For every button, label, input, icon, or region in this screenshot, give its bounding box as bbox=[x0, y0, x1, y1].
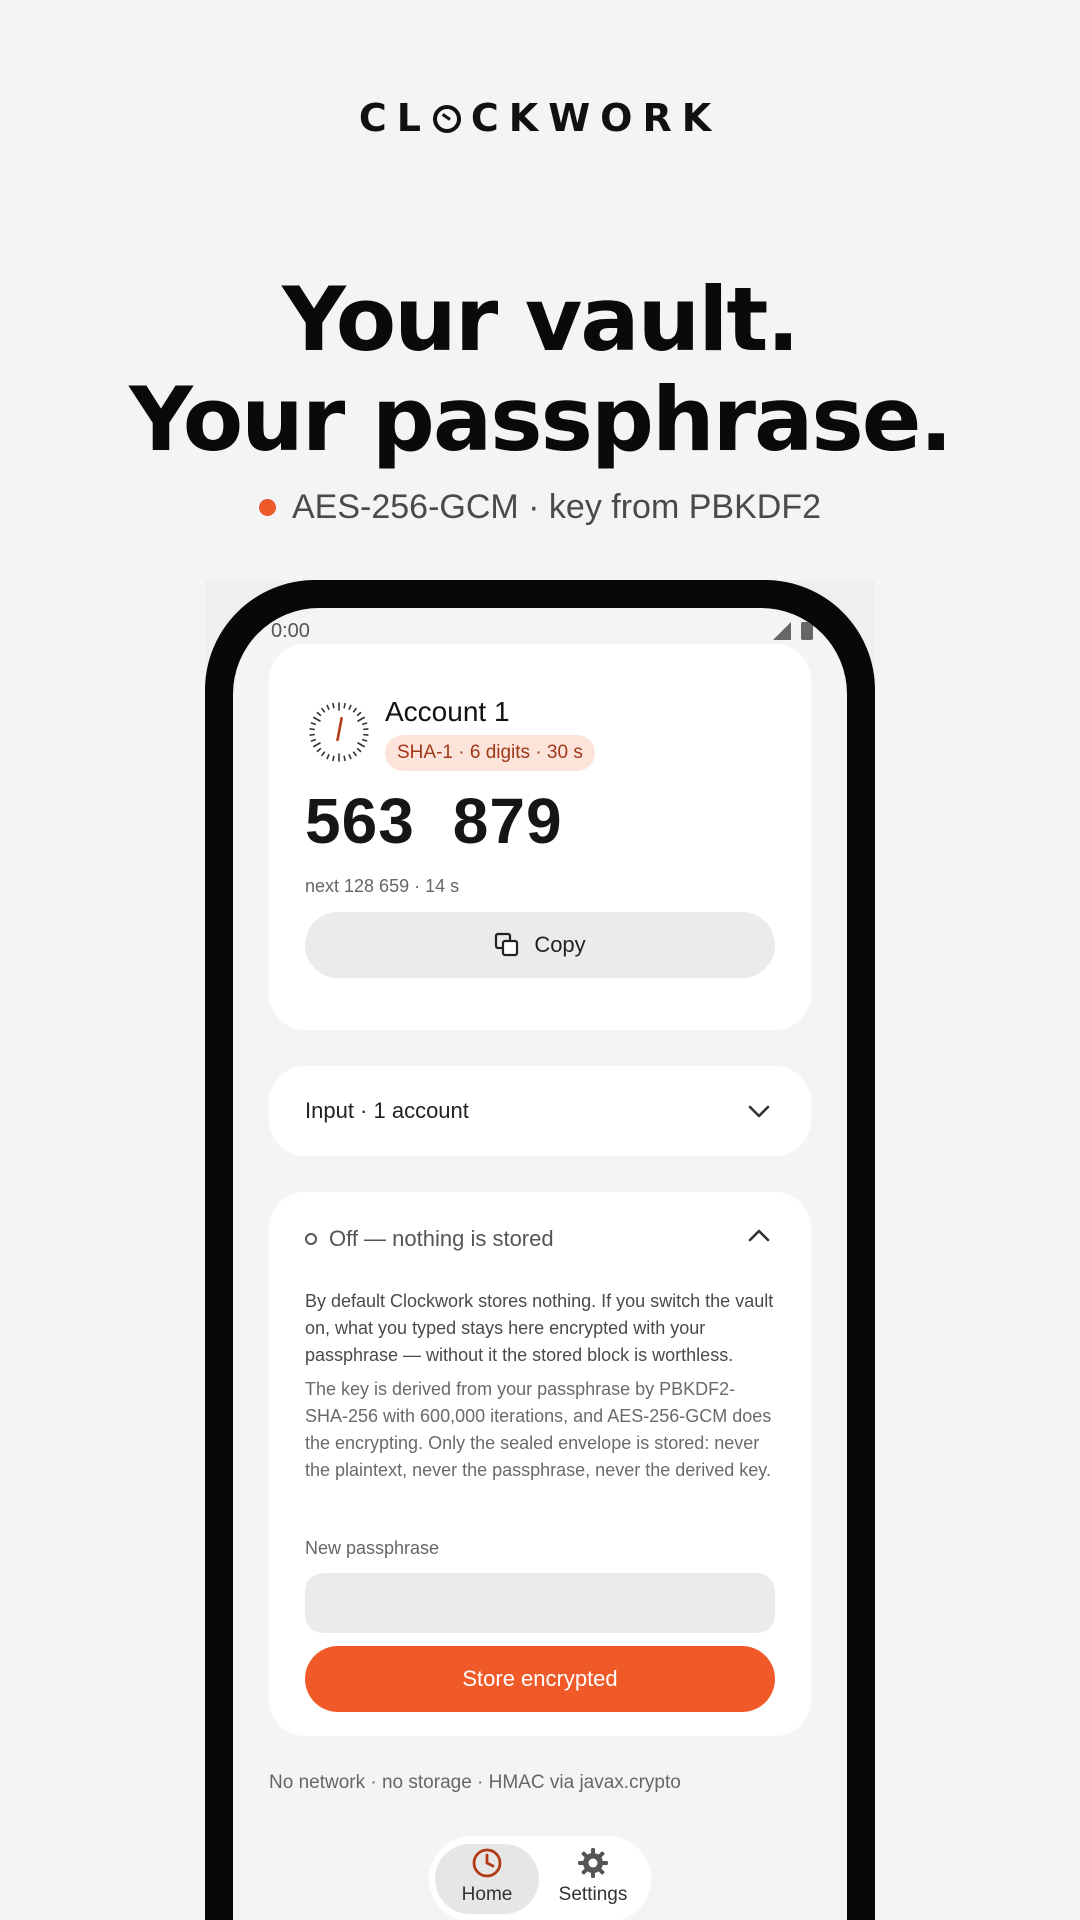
phone-screen: 0:00 Account 1 SHA-1 · 6 digits · 30 s 5… bbox=[233, 608, 847, 1920]
input-row[interactable]: Input · 1 account bbox=[269, 1066, 811, 1156]
brand-wordmark: CL CKWORK bbox=[0, 96, 1080, 140]
hero-line-2: Your passphrase. bbox=[129, 368, 953, 471]
hero-headline: Your vault. Your passphrase. bbox=[0, 270, 1080, 470]
brand-text-end: CKWORK bbox=[470, 96, 722, 140]
otp-code-part-2: 879 bbox=[452, 785, 563, 857]
settings-gear-icon bbox=[578, 1848, 608, 1878]
status-icons bbox=[773, 622, 813, 640]
page: CL CKWORK Your vault. Your passphrase. AE… bbox=[0, 0, 1080, 1920]
clock-icon bbox=[432, 105, 461, 133]
vault-description-2: The key is derived from your passphrase … bbox=[305, 1379, 772, 1480]
nav-settings-label: Settings bbox=[558, 1884, 628, 1905]
vault-card: Off — nothing is stored By default Clock… bbox=[269, 1192, 811, 1736]
status-bar: 0:00 bbox=[271, 614, 813, 648]
brand-text-start: CL bbox=[358, 96, 431, 140]
hero-tagline: AES-256-GCM · key from PBKDF2 bbox=[0, 488, 1080, 527]
signal-icon bbox=[773, 622, 791, 640]
chevron-up-icon[interactable] bbox=[747, 1224, 771, 1248]
copy-button-label: Copy bbox=[534, 932, 586, 957]
countdown-gauge-icon bbox=[309, 702, 369, 762]
store-encrypted-button[interactable]: Store encrypted bbox=[305, 1646, 775, 1712]
vault-status-text: Off — nothing is stored bbox=[329, 1226, 554, 1251]
home-clock-icon bbox=[472, 1848, 502, 1878]
status-time: 0:00 bbox=[271, 619, 310, 642]
tagline-text: AES-256-GCM · key from PBKDF2 bbox=[291, 488, 821, 526]
passphrase-input[interactable] bbox=[305, 1573, 775, 1633]
passphrase-label: New passphrase bbox=[305, 1538, 440, 1558]
nav-home[interactable]: Home bbox=[435, 1844, 539, 1914]
bottom-navigation: Home Settings bbox=[429, 1836, 651, 1920]
hero-line-1: Your vault. bbox=[282, 268, 800, 371]
input-row-label: Input · 1 account bbox=[305, 1098, 469, 1123]
next-code-info: next 128 659 · 14 s bbox=[305, 876, 460, 896]
footer-note: No network · no storage · HMAC via javax… bbox=[269, 1772, 681, 1793]
vault-status-header[interactable]: Off — nothing is stored bbox=[305, 1226, 554, 1252]
algorithm-badge: SHA-1 · 6 digits · 30 s bbox=[385, 735, 595, 771]
accent-dot-icon bbox=[258, 499, 276, 516]
otp-code: 563 879 bbox=[305, 784, 563, 858]
status-ring-icon bbox=[305, 1233, 317, 1245]
account-card: Account 1 SHA-1 · 6 digits · 30 s 563 879… bbox=[269, 644, 811, 1030]
nav-settings[interactable]: Settings bbox=[541, 1844, 645, 1914]
account-name: Account 1 bbox=[385, 696, 510, 727]
otp-code-part-1: 563 bbox=[305, 785, 415, 857]
nav-home-label: Home bbox=[461, 1884, 513, 1905]
copy-button[interactable]: Copy bbox=[305, 912, 775, 978]
chevron-down-icon[interactable] bbox=[747, 1099, 771, 1123]
vault-description-1: By default Clockwork stores nothing. If … bbox=[305, 1291, 774, 1365]
copy-icon bbox=[495, 932, 519, 957]
battery-icon bbox=[801, 622, 813, 640]
